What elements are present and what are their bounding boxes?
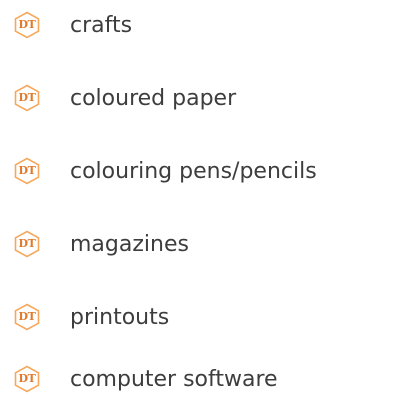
list-item-label: colouring pens/pencils (70, 158, 317, 184)
dt-hexagon-icon: DT (14, 157, 40, 185)
dt-badge-text: DT (18, 237, 36, 250)
dt-hexagon-icon: DT (14, 230, 40, 258)
list-item-label: computer software (70, 366, 278, 392)
dt-hexagon-icon: DT (14, 84, 40, 112)
dt-badge-text: DT (18, 372, 36, 385)
list-item: DT printouts (14, 297, 169, 337)
list-item: DT colouring pens/pencils (14, 151, 317, 191)
list-item: DT magazines (14, 224, 189, 264)
list-item-label: crafts (70, 12, 133, 38)
list-item-label: coloured paper (70, 85, 237, 111)
list-item-label: magazines (70, 231, 189, 257)
dt-resource-list: DT crafts DT coloured paper DT colouring… (0, 0, 400, 398)
dt-hexagon-icon: DT (14, 11, 40, 39)
list-item: DT crafts (14, 5, 132, 45)
list-item-label: printouts (70, 304, 170, 330)
dt-badge-text: DT (18, 91, 36, 104)
list-item: DT computer software (14, 359, 278, 398)
dt-badge-text: DT (18, 310, 36, 323)
dt-badge-text: DT (18, 18, 36, 31)
dt-hexagon-icon: DT (14, 303, 40, 331)
dt-hexagon-icon: DT (14, 365, 40, 393)
dt-badge-text: DT (18, 164, 36, 177)
list-item: DT coloured paper (14, 78, 236, 118)
